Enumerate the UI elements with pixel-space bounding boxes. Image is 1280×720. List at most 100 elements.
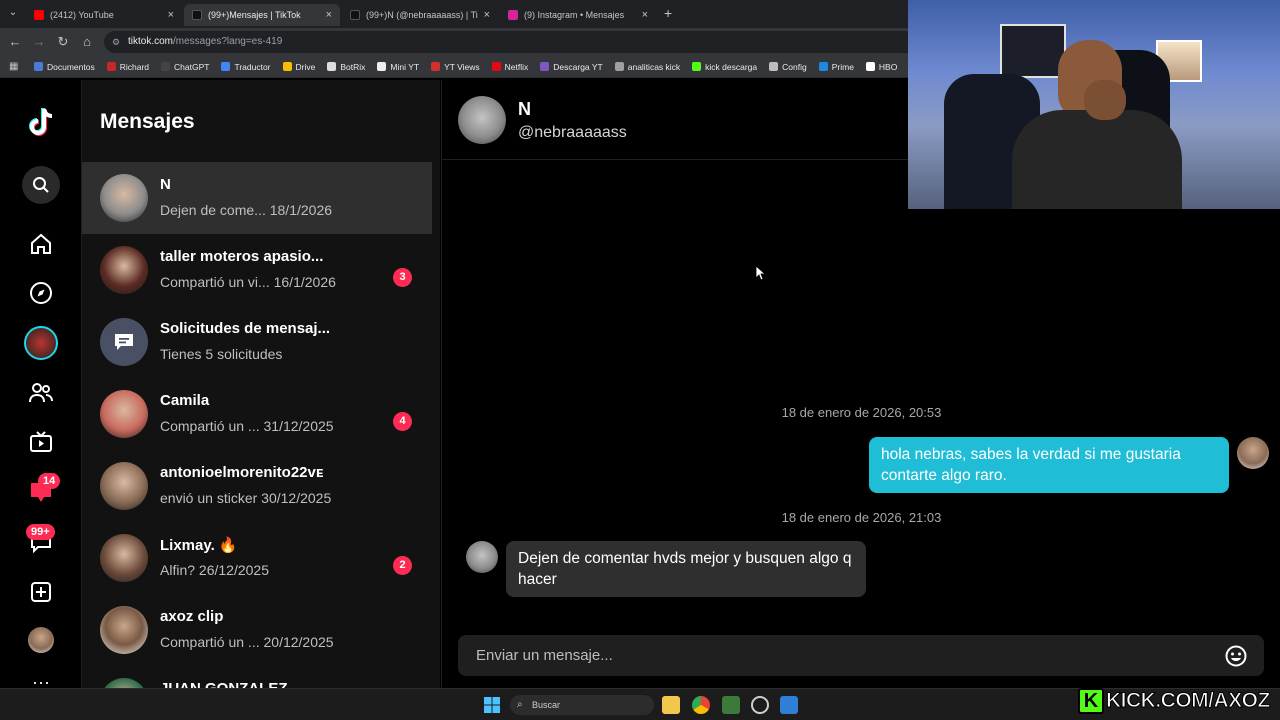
- conversation-avatar: [100, 678, 148, 688]
- conversation-name: axoz clip: [160, 608, 224, 625]
- more-icon[interactable]: ···: [22, 672, 60, 688]
- conversation-item[interactable]: antonioelmorenito22ᴠᴇ envió un sticker 30…: [82, 450, 432, 522]
- activity-icon[interactable]: 14: [22, 473, 61, 511]
- bookmark-item[interactable]: HBO: [865, 62, 897, 72]
- conversation-preview: Compartió un ... 20/12/2025: [160, 634, 334, 650]
- following-icon[interactable]: [22, 374, 60, 412]
- close-tab-icon[interactable]: ×: [484, 9, 490, 21]
- received-message-bubble[interactable]: Dejen de comentar hvds mejor y busquen a…: [506, 541, 866, 597]
- preview-text: Compartió un vi...: [160, 274, 270, 290]
- home-icon[interactable]: ⌂: [78, 33, 96, 51]
- bookmark-item[interactable]: Drive: [282, 62, 315, 72]
- conversation-date: 30/12/2025: [261, 490, 332, 506]
- bookmark-icon: [106, 62, 116, 71]
- bookmark-item[interactable]: kick descarga: [692, 62, 757, 72]
- messages-icon[interactable]: 99+: [22, 523, 60, 561]
- bookmark-label: Prime: [831, 61, 854, 72]
- conversation-name: Lixmay. 🔥: [160, 537, 238, 554]
- forward-icon[interactable]: →: [30, 33, 48, 51]
- tab-search-icon[interactable]: ⌄: [4, 4, 22, 22]
- bookmark-item[interactable]: Netflix: [491, 62, 528, 72]
- close-tab-icon[interactable]: ×: [326, 9, 332, 21]
- conversation-item[interactable]: Solicitudes de mensaj... Tienes 5 solicit…: [82, 306, 432, 378]
- bookmark-item[interactable]: ChatGPT: [161, 62, 209, 72]
- upload-icon[interactable]: [22, 573, 60, 611]
- bookmark-icon: [431, 62, 441, 71]
- conversation-item[interactable]: axoz clip Compartió un ... 20/12/2025: [82, 594, 432, 666]
- bookmark-item[interactable]: Mini YT: [377, 62, 419, 72]
- contact-avatar[interactable]: [466, 541, 498, 573]
- tab-instagram[interactable]: (9) Instagram • Mensajes ×: [500, 4, 656, 26]
- live-tv-icon[interactable]: [22, 423, 60, 461]
- app-icon[interactable]: [722, 696, 740, 714]
- file-explorer-icon[interactable]: [662, 696, 680, 714]
- bookmark-item[interactable]: Richard: [106, 62, 149, 72]
- message-input[interactable]: Enviar un mensaje...: [458, 635, 1264, 676]
- conversation-item[interactable]: JUAN GONZALEZ: [82, 666, 432, 688]
- explore-compass-icon[interactable]: [22, 274, 60, 312]
- conversation-preview: envió un sticker 30/12/2025: [160, 490, 331, 506]
- close-tab-icon[interactable]: ×: [168, 9, 174, 21]
- likes-badge: 14: [38, 473, 61, 489]
- reload-icon[interactable]: ↻: [54, 33, 72, 51]
- bookmark-item[interactable]: BotRix: [327, 62, 365, 72]
- search-icon[interactable]: [22, 166, 60, 204]
- channel-avatar[interactable]: [22, 324, 60, 362]
- youtube-icon: [34, 10, 44, 20]
- tab-title: (9) Instagram • Mensajes: [524, 10, 625, 20]
- apps-grid-icon[interactable]: ▦: [9, 61, 18, 72]
- bookmark-label: analiticas kick: [627, 61, 681, 72]
- conversation-item[interactable]: Lixmay. 🔥 Alfin? 26/12/2025 2: [82, 522, 432, 594]
- bookmark-item[interactable]: analiticas kick: [614, 61, 681, 72]
- conversation-avatar: [100, 246, 148, 294]
- photos-icon[interactable]: [780, 696, 798, 714]
- close-tab-icon[interactable]: ×: [642, 9, 648, 21]
- conversation-name: N: [160, 176, 171, 193]
- windows-start-icon[interactable]: [484, 697, 500, 713]
- conversation-item[interactable]: Camila Compartió un ... 31/12/2025 4: [82, 378, 432, 450]
- chat-avatar[interactable]: [458, 96, 506, 144]
- tab-title: (99+)N (@nebraaaaass) | TikTok: [366, 10, 478, 20]
- unread-badge: 4: [393, 412, 412, 431]
- emoji-icon[interactable]: [1225, 645, 1247, 667]
- kick-channel-text: KICK.COM/AXOZ: [1106, 689, 1271, 713]
- steam-icon[interactable]: [751, 696, 769, 714]
- tab-tiktok-messages[interactable]: (99+)Mensajes | TikTok ×: [184, 4, 340, 26]
- tab-title: (99+)Mensajes | TikTok: [208, 10, 301, 20]
- bookmark-item[interactable]: Descarga YT: [540, 61, 603, 72]
- chrome-icon[interactable]: [692, 696, 710, 714]
- chat-contact-name[interactable]: N: [518, 99, 531, 120]
- home-icon[interactable]: [22, 225, 60, 263]
- bookmark-item[interactable]: Documentos: [34, 62, 95, 72]
- bookmark-icon: [818, 62, 828, 71]
- taskbar-search[interactable]: ⌕ Buscar: [510, 695, 654, 715]
- sent-message-bubble[interactable]: hola nebras, sabes la verdad si me gusta…: [869, 437, 1229, 493]
- preview-text: Tienes 5 solicitudes: [160, 346, 283, 362]
- bookmark-item[interactable]: Config: [769, 62, 807, 72]
- bookmark-icon: [221, 62, 231, 71]
- back-icon[interactable]: ←: [6, 33, 24, 51]
- bookmark-item[interactable]: Prime: [818, 61, 854, 72]
- bookmark-icon: [282, 62, 292, 71]
- bookmark-icon: [692, 62, 702, 71]
- bookmark-label: Descarga YT: [553, 61, 603, 72]
- conversation-item[interactable]: taller moteros apasio... Compartió un vi.…: [82, 234, 432, 306]
- chat-contact-handle[interactable]: @nebraaaaass: [518, 124, 627, 142]
- bookmark-label: Config: [782, 61, 807, 72]
- bookmark-item[interactable]: YT Views: [431, 62, 480, 72]
- profile-avatar[interactable]: [22, 621, 60, 659]
- unread-badge: 2: [393, 556, 412, 575]
- tiktok-logo-icon[interactable]: [22, 104, 60, 142]
- bookmark-item[interactable]: Traductor: [221, 62, 271, 72]
- page-title: Mensajes: [100, 110, 195, 133]
- new-tab-button[interactable]: +: [664, 5, 672, 21]
- bookmark-icon: [769, 62, 779, 71]
- conversation-date: 20/12/2025: [263, 634, 334, 650]
- conversation-avatar: [100, 534, 148, 582]
- tab-tiktok-profile[interactable]: (99+)N (@nebraaaaass) | TikTok ×: [342, 4, 498, 26]
- message-timestamp: 18 de enero de 2026, 20:53: [781, 405, 942, 420]
- conversation-date: 31/12/2025: [263, 418, 334, 434]
- site-info-icon[interactable]: ⚙: [112, 31, 120, 53]
- tab-youtube[interactable]: (2412) YouTube ×: [26, 4, 182, 26]
- conversation-item[interactable]: N Dejen de come... 18/1/2026: [82, 162, 432, 234]
